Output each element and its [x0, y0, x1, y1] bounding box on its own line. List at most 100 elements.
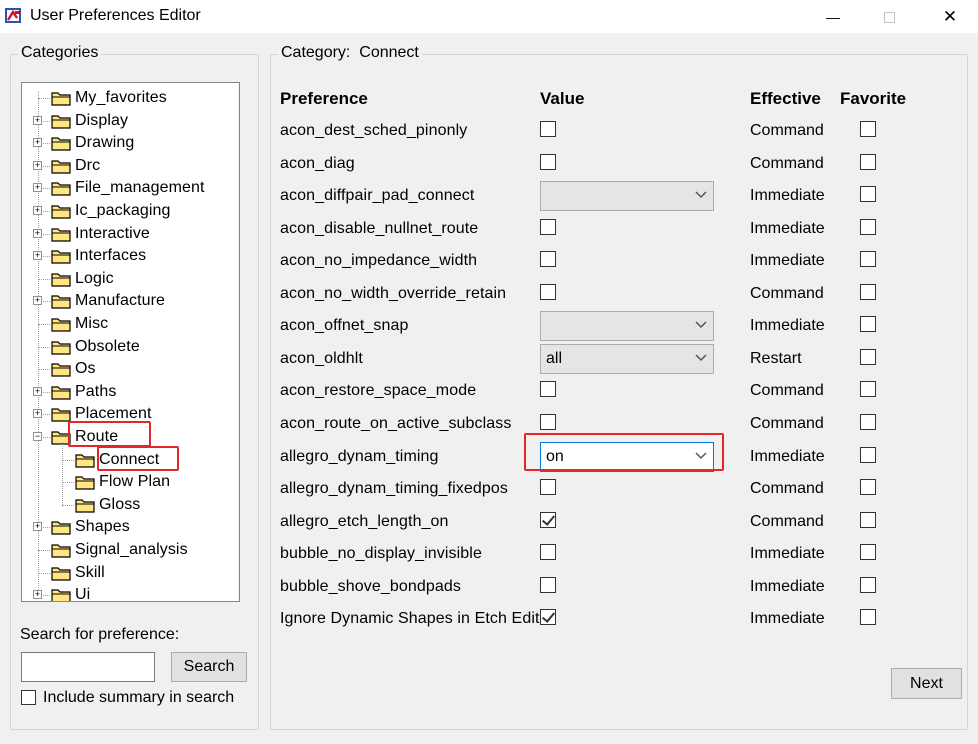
expand-icon[interactable]: + [33, 138, 42, 147]
header-favorite: Favorite [840, 89, 907, 108]
next-button[interactable]: Next [891, 668, 962, 699]
tree-item[interactable]: + Drawing [22, 132, 218, 154]
minimize-button[interactable]: — [810, 0, 856, 34]
effective-value: Command [750, 415, 824, 432]
effective-value: Immediate [750, 448, 825, 465]
expand-icon[interactable]: + [33, 522, 42, 531]
tree-item[interactable]: + Interactive [22, 223, 218, 245]
effective-value: Immediate [750, 610, 825, 627]
tree-item[interactable]: Signal_analysis [22, 539, 218, 561]
preference-name: acon_no_width_override_retain [280, 285, 507, 302]
effective-value: Command [750, 382, 824, 399]
folder-icon [51, 182, 71, 196]
folder-icon [51, 386, 71, 400]
include-summary-checkbox[interactable] [21, 690, 36, 705]
expand-icon[interactable]: + [33, 590, 42, 599]
tree-scrollbar[interactable] [238, 84, 239, 600]
favorite-checkbox[interactable] [860, 251, 876, 267]
maximize-button[interactable] [866, 0, 912, 34]
preference-value-checkbox[interactable] [540, 154, 556, 170]
expand-icon[interactable]: + [33, 387, 42, 396]
preference-value-checkbox[interactable] [540, 414, 556, 430]
preference-value-checkbox[interactable] [540, 121, 556, 137]
close-button[interactable]: ✕ [927, 0, 973, 34]
preference-value-dropdown[interactable] [540, 181, 714, 211]
preference-value-checkbox[interactable] [540, 381, 556, 397]
favorite-checkbox[interactable] [860, 219, 876, 235]
tree-item[interactable]: Misc [22, 313, 218, 335]
preference-value-checkbox[interactable] [540, 544, 556, 560]
search-label: Search for preference: [20, 626, 180, 643]
tree-item[interactable]: + Interfaces [22, 245, 218, 267]
category-tree[interactable]: My_favorites + Display + Drawing + Drc + File_ma… [21, 82, 240, 602]
tree-item[interactable]: + Ic_packaging [22, 200, 218, 222]
preference-value-dropdown[interactable]: all [540, 344, 714, 374]
folder-icon [51, 205, 71, 219]
expand-icon[interactable]: + [33, 296, 42, 305]
folder-icon [51, 295, 71, 309]
expand-icon[interactable]: + [33, 161, 42, 170]
preference-value-checkbox[interactable] [540, 284, 556, 300]
tree-item-label: Logic [75, 270, 114, 287]
preference-name: Ignore Dynamic Shapes in Etch Edit [280, 610, 540, 627]
favorite-checkbox[interactable] [860, 414, 876, 430]
tree-item[interactable]: Flow Plan [22, 471, 218, 493]
favorite-checkbox[interactable] [860, 609, 876, 625]
collapse-icon[interactable]: − [33, 432, 42, 441]
tree-item[interactable]: Obsolete [22, 336, 218, 358]
title-bar: User Preferences Editor — ✕ [0, 0, 978, 34]
preference-name: acon_no_impedance_width [280, 252, 478, 269]
folder-icon [75, 476, 95, 490]
favorite-checkbox[interactable] [860, 154, 876, 170]
preference-value-checkbox[interactable] [540, 251, 556, 267]
preference-value-checkbox[interactable] [540, 479, 556, 495]
search-button[interactable]: Search [171, 652, 247, 682]
scroll-down-icon[interactable] [238, 580, 239, 600]
expand-icon[interactable]: + [33, 116, 42, 125]
favorite-checkbox[interactable] [860, 121, 876, 137]
tree-item-label: Shapes [75, 518, 130, 535]
expand-icon[interactable]: + [33, 229, 42, 238]
preference-value-checkbox[interactable] [540, 512, 556, 528]
tree-item-label: Ic_packaging [75, 202, 171, 219]
tree-item[interactable]: Os [22, 358, 218, 380]
preference-value-dropdown[interactable] [540, 311, 714, 341]
favorite-checkbox[interactable] [860, 512, 876, 528]
folder-icon [51, 137, 71, 151]
expand-icon[interactable]: + [33, 409, 42, 418]
favorite-checkbox[interactable] [860, 349, 876, 365]
favorite-checkbox[interactable] [860, 186, 876, 202]
preference-value-checkbox[interactable] [540, 609, 556, 625]
favorite-checkbox[interactable] [860, 577, 876, 593]
folder-icon [51, 228, 71, 242]
tree-item[interactable]: Gloss [22, 494, 218, 516]
favorite-checkbox[interactable] [860, 544, 876, 560]
tree-item[interactable]: + File_management [22, 177, 218, 199]
favorite-checkbox[interactable] [860, 447, 876, 463]
tree-item[interactable]: + Drc [22, 155, 218, 177]
tree-item-label: File_management [75, 179, 205, 196]
tree-item[interactable]: My_favorites [22, 87, 218, 109]
expand-icon[interactable]: + [33, 251, 42, 260]
favorite-checkbox[interactable] [860, 479, 876, 495]
preference-name: acon_diag [280, 155, 355, 172]
favorite-checkbox[interactable] [860, 316, 876, 332]
folder-icon [51, 544, 71, 558]
preference-value-checkbox[interactable] [540, 577, 556, 593]
tree-item[interactable]: + Shapes [22, 516, 218, 538]
scroll-up-icon[interactable] [238, 84, 239, 104]
tree-item[interactable]: + Manufacture [22, 290, 218, 312]
tree-item[interactable]: + Paths [22, 381, 218, 403]
tree-item[interactable]: + Ui [22, 584, 218, 601]
tree-item[interactable]: Skill [22, 562, 218, 584]
favorite-checkbox[interactable] [860, 381, 876, 397]
effective-value: Immediate [750, 252, 825, 269]
tree-item[interactable]: + Display [22, 110, 218, 132]
favorite-checkbox[interactable] [860, 284, 876, 300]
search-input[interactable] [21, 652, 155, 682]
effective-value: Restart [750, 350, 802, 367]
expand-icon[interactable]: + [33, 183, 42, 192]
preference-value-checkbox[interactable] [540, 219, 556, 235]
expand-icon[interactable]: + [33, 206, 42, 215]
tree-item[interactable]: Logic [22, 268, 218, 290]
